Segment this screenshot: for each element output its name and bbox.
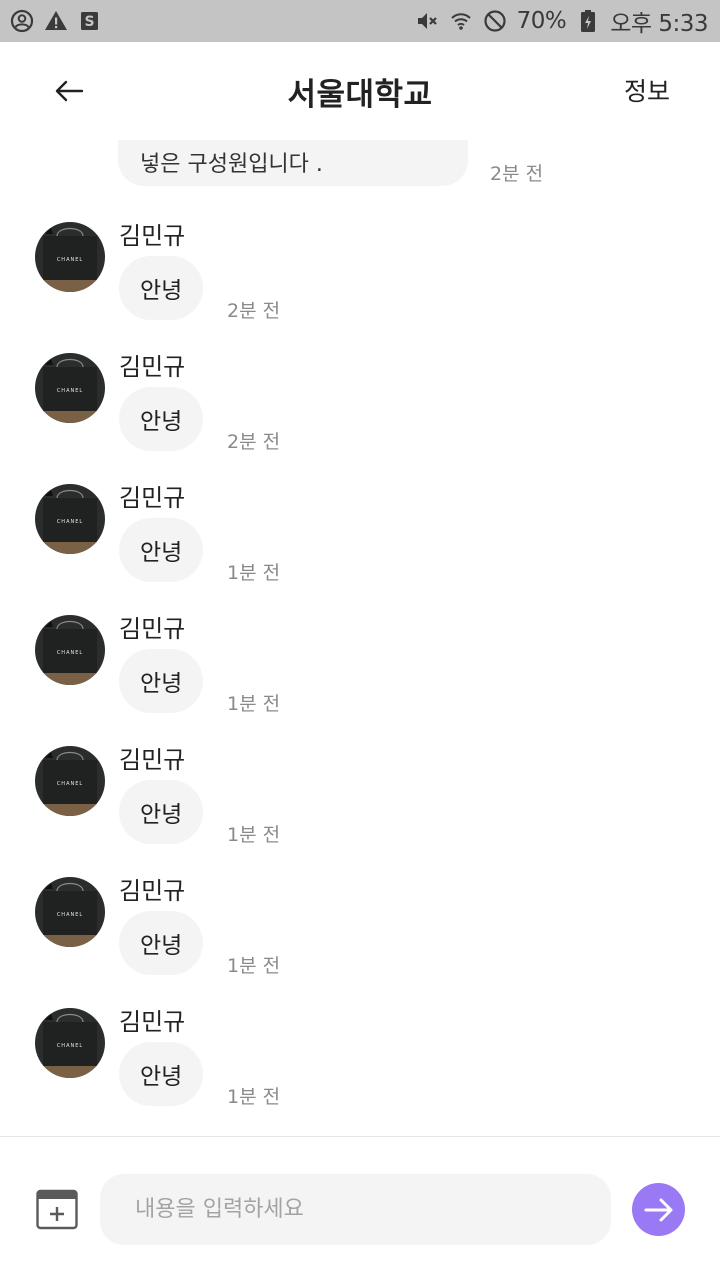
message-time: 2분 전 xyxy=(490,163,544,185)
wifi-icon xyxy=(449,9,473,33)
avatar[interactable]: CHANEL xyxy=(35,615,105,685)
avatar-label: CHANEL xyxy=(57,912,83,918)
message-list[interactable]: 넣은 구성원입니다 . 2분 전 CHANEL 김민규 안녕 2분 전 CHANEL 김민… xyxy=(0,140,720,1136)
arrow-right-icon xyxy=(644,1198,672,1221)
send-button[interactable] xyxy=(632,1183,685,1236)
message-bubble: 넣은 구성원입니다 . xyxy=(118,140,468,186)
avatar-label: CHANEL xyxy=(57,1043,83,1049)
avatar-label: CHANEL xyxy=(57,257,83,263)
message-time: 2분 전 xyxy=(227,300,281,322)
page-title: 서울대학교 xyxy=(287,76,433,113)
avatar[interactable]: CHANEL xyxy=(35,877,105,947)
status-right-icons: 70% 오후 5:33 xyxy=(415,4,708,38)
attach-button[interactable] xyxy=(36,1188,78,1230)
info-button[interactable]: 정보 xyxy=(624,72,670,108)
battery-charging-icon xyxy=(576,9,600,33)
warning-icon xyxy=(44,9,68,33)
message-time: 2분 전 xyxy=(227,431,281,453)
sender-name: 김민규 xyxy=(119,222,186,250)
back-button[interactable] xyxy=(48,70,90,112)
list-item: CHANEL 김민규안녕 2분 전 xyxy=(0,216,720,347)
avatar-label: CHANEL xyxy=(57,388,83,394)
list-item: CHANEL 김민규안녕 1분 전 xyxy=(0,609,720,740)
s-app-icon: S xyxy=(78,9,102,33)
message-bubble[interactable]: 안녕 xyxy=(119,780,204,844)
status-left-icons: S xyxy=(10,9,102,33)
avatar-label: CHANEL xyxy=(57,650,83,656)
avatar[interactable]: CHANEL xyxy=(35,746,105,816)
list-item: CHANEL 김민규안녕 1분 전 xyxy=(0,740,720,871)
chat-header: 서울대학교 정보 xyxy=(0,42,720,140)
message-input[interactable] xyxy=(100,1174,611,1245)
avatar[interactable]: CHANEL xyxy=(35,484,105,554)
message-bubble[interactable]: 안녕 xyxy=(119,649,204,713)
svg-text:S: S xyxy=(84,14,94,30)
sender-name: 김민규 xyxy=(119,353,186,381)
sender-name: 김민규 xyxy=(119,746,186,774)
list-item: CHANEL 김민규안녕 2분 전 xyxy=(0,347,720,478)
arrow-left-icon xyxy=(55,80,84,102)
calendar-add-icon xyxy=(36,1189,78,1230)
blocked-icon xyxy=(483,9,507,33)
sender-name: 김민규 xyxy=(119,615,186,643)
message-bubble[interactable]: 안녕 xyxy=(119,911,204,975)
list-item: CHANEL 김민규안녕 1분 전 xyxy=(0,478,720,609)
sender-name: 김민규 xyxy=(119,484,186,512)
message-time: 1분 전 xyxy=(227,824,281,846)
list-item: CHANEL 김민규안녕 1분 전 xyxy=(0,1002,720,1133)
avatar[interactable]: CHANEL xyxy=(35,1008,105,1078)
message-bubble[interactable]: 안녕 xyxy=(119,1042,204,1106)
sender-name: 김민규 xyxy=(119,877,186,905)
status-time: 오후 5:33 xyxy=(610,11,708,37)
message-time: 1분 전 xyxy=(227,955,281,977)
message-bubble[interactable]: 안녕 xyxy=(119,387,204,451)
list-item: CHANEL 김민규안녕 1분 전 xyxy=(0,871,720,1002)
account-icon xyxy=(10,9,34,33)
message-time: 1분 전 xyxy=(227,693,281,715)
message-time: 1분 전 xyxy=(227,1086,281,1108)
sender-name: 김민규 xyxy=(119,1008,186,1036)
avatar-label: CHANEL xyxy=(57,781,83,787)
avatar[interactable]: CHANEL xyxy=(35,222,105,292)
message-bubble[interactable]: 안녕 xyxy=(119,256,204,320)
message-time: 1분 전 xyxy=(227,562,281,584)
message-bubble[interactable]: 안녕 xyxy=(119,518,204,582)
mute-icon xyxy=(415,9,439,33)
input-bar xyxy=(0,1136,720,1280)
message-partial: 넣은 구성원입니다 . 2분 전 xyxy=(118,140,543,186)
avatar[interactable]: CHANEL xyxy=(35,353,105,423)
battery-percent: 70% xyxy=(516,8,567,34)
avatar-label: CHANEL xyxy=(57,519,83,525)
status-bar: S 70% 오후 5:33 xyxy=(0,0,720,42)
